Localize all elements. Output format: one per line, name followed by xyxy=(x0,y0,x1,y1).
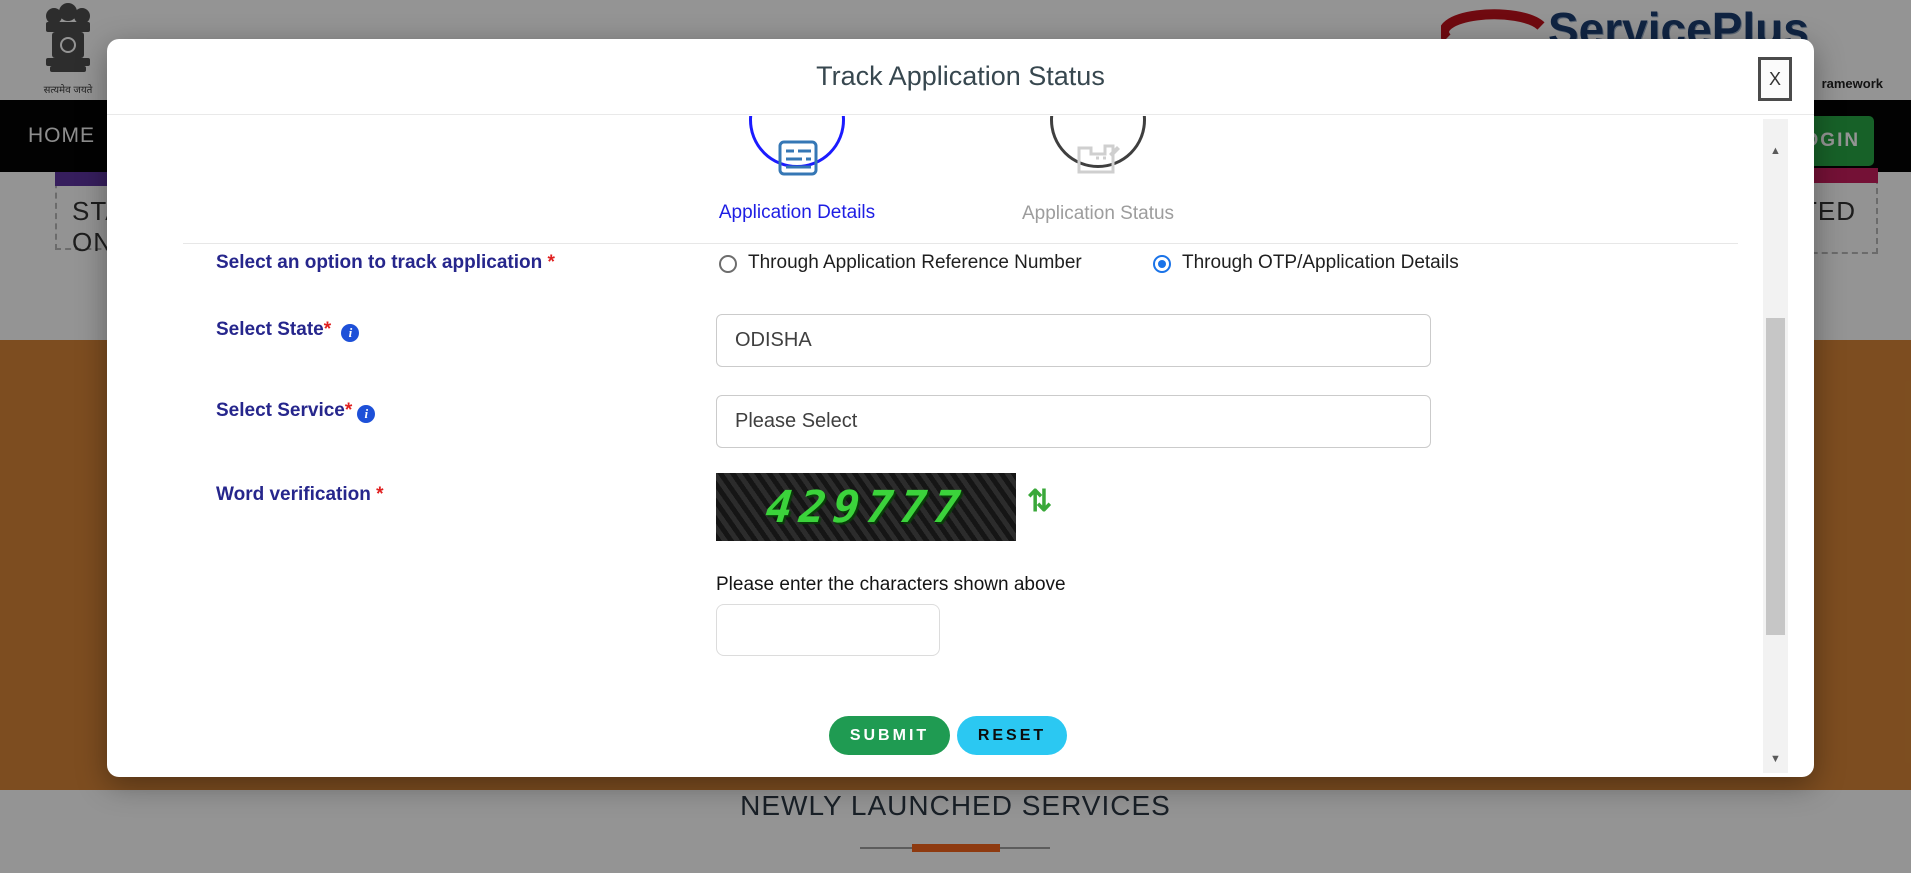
application-details-icon xyxy=(778,140,818,176)
dialog-header: Track Application Status X xyxy=(107,39,1814,115)
submit-button[interactable]: SUBMIT xyxy=(829,716,950,755)
captcha-hint: Please enter the characters shown above xyxy=(716,574,1066,595)
reset-button[interactable]: RESET xyxy=(957,716,1067,755)
captcha-input[interactable] xyxy=(716,604,940,656)
close-button[interactable]: X xyxy=(1758,57,1792,101)
captcha-code: 429777 xyxy=(762,481,970,533)
required-asterisk: * xyxy=(376,484,384,505)
dialog-title: Track Application Status xyxy=(816,61,1105,91)
radio-reference-number[interactable] xyxy=(719,255,737,273)
captcha-refresh-icon[interactable]: ⇅ xyxy=(1027,484,1052,519)
track-option-label: Select an option to track application * xyxy=(216,252,555,273)
radio-otp-details-label[interactable]: Through OTP/Application Details xyxy=(1182,252,1459,274)
modal-scrollbar[interactable]: ▲ ▼ xyxy=(1763,119,1788,773)
section-divider xyxy=(183,243,1738,244)
required-asterisk: * xyxy=(344,400,353,421)
select-service-label: Select Service* i xyxy=(216,400,376,423)
required-asterisk: * xyxy=(547,252,555,273)
select-state-dropdown[interactable]: ODISHA xyxy=(716,314,1431,367)
radio-otp-details[interactable] xyxy=(1153,255,1171,273)
select-service-dropdown[interactable]: Please Select xyxy=(716,395,1431,448)
info-icon[interactable]: i xyxy=(357,405,376,423)
application-status-icon xyxy=(1077,144,1120,174)
step-label-application-details[interactable]: Application Details xyxy=(672,202,922,224)
select-state-label: Select State* i xyxy=(216,319,360,342)
info-icon[interactable]: i xyxy=(341,324,360,342)
scroll-down-icon[interactable]: ▼ xyxy=(1763,753,1788,765)
radio-reference-number-label[interactable]: Through Application Reference Number xyxy=(748,252,1082,274)
required-asterisk: * xyxy=(323,319,332,340)
dialog-body: Application Details Application Status S… xyxy=(107,116,1814,777)
scroll-up-icon[interactable]: ▲ xyxy=(1763,145,1788,157)
scrollbar-thumb[interactable] xyxy=(1766,318,1785,635)
captcha-image: 429777 xyxy=(716,473,1016,541)
track-application-status-dialog: Track Application Status X Application D… xyxy=(107,39,1814,777)
word-verification-label: Word verification * xyxy=(216,484,384,505)
step-label-application-status[interactable]: Application Status xyxy=(973,203,1223,225)
page: सत्यमेव जयते ServicePlus ramework HOME L… xyxy=(0,0,1911,873)
